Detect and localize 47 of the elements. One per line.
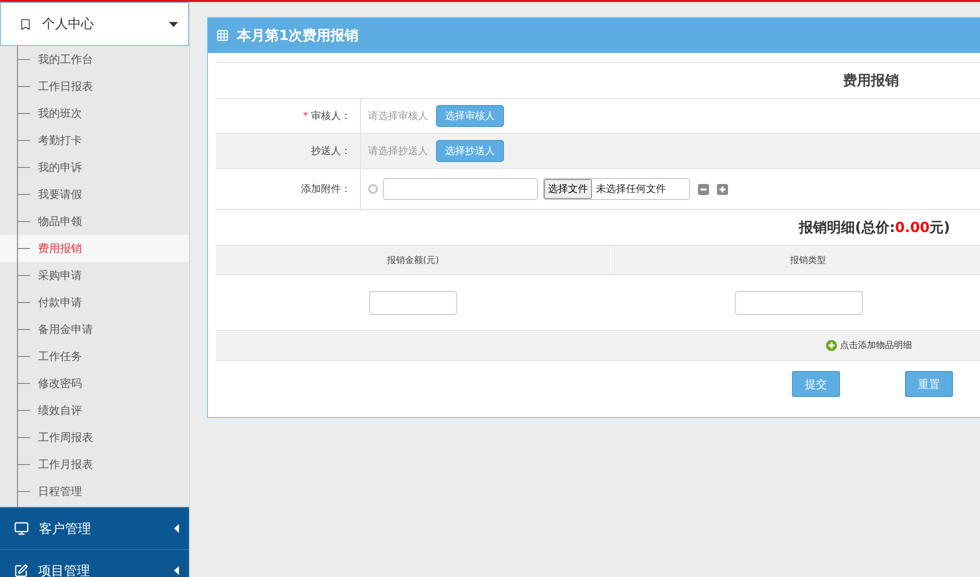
sidebar-item[interactable]: 我要请假 (0, 181, 189, 208)
panel-title-text: 本月第1次费用报销 (237, 26, 359, 44)
edit-icon (14, 564, 28, 577)
choose-file-button[interactable]: 选择文件 (544, 179, 592, 199)
table-icon (216, 29, 229, 42)
sidebar-item[interactable]: 工作日报表 (0, 73, 189, 100)
caret-icon (174, 566, 179, 575)
sidebar-item[interactable]: 物品申领 (0, 208, 189, 235)
details-heading: 报销明细(总价:0.00元) (798, 218, 951, 236)
radio-icon[interactable] (368, 184, 378, 194)
monitor-icon (14, 521, 29, 536)
file-picker[interactable]: 选择文件 未选择任何文件 (543, 178, 690, 200)
sidebar-item[interactable]: 考勤打卡 (0, 127, 189, 154)
sidebar-item[interactable]: 付款申请 (0, 289, 189, 316)
plus-icon[interactable] (717, 184, 728, 194)
sidebar-item[interactable]: 绩效自评 (0, 397, 189, 424)
menu-section[interactable]: 项目管理 (0, 549, 189, 577)
field-label: 抄送人： (216, 134, 361, 168)
field-label: 添加附件： (216, 169, 361, 209)
sidebar-item[interactable]: 我的申诉 (0, 154, 189, 181)
minus-icon[interactable] (698, 184, 709, 194)
type-field[interactable] (735, 290, 863, 314)
file-status: 未选择任何文件 (596, 182, 666, 196)
field-label: * 审核人： (216, 99, 361, 133)
sidebar-item[interactable]: 备用金申请 (0, 316, 189, 343)
field-hint: 请选择审核人 (368, 110, 428, 123)
bookmark-icon (19, 18, 32, 30)
sidebar-item[interactable]: 工作周报表 (0, 424, 189, 451)
sidebar-item[interactable]: 我的班次 (0, 100, 189, 127)
add-detail-link[interactable]: 点击添加物品明细 (826, 339, 912, 352)
plus-circle-icon (826, 340, 837, 351)
menu-section[interactable]: 客户管理 (0, 507, 189, 549)
sidebar-item[interactable]: 费用报销 (0, 235, 189, 262)
column-header: 报销金额(元) (216, 246, 611, 274)
sidebar-item[interactable]: 我的工作台 (0, 46, 189, 73)
form-heading: 费用报销 (842, 72, 900, 90)
caret-icon (174, 524, 179, 533)
sidebar-item[interactable]: 修改密码 (0, 370, 189, 397)
amount-field[interactable] (369, 290, 457, 314)
field-hint: 请选择抄送人 (368, 144, 428, 158)
menu-header[interactable]: 个人中心 (0, 2, 189, 46)
input-field[interactable] (383, 178, 538, 200)
sidebar-item[interactable]: 日程管理 (0, 478, 189, 505)
sidebar-item[interactable]: 采购申请 (0, 262, 189, 289)
sidebar-item[interactable]: 工作任务 (0, 343, 189, 370)
sidebar-item[interactable]: 工作月报表 (0, 451, 189, 478)
column-header: 报销类型 (611, 246, 980, 274)
